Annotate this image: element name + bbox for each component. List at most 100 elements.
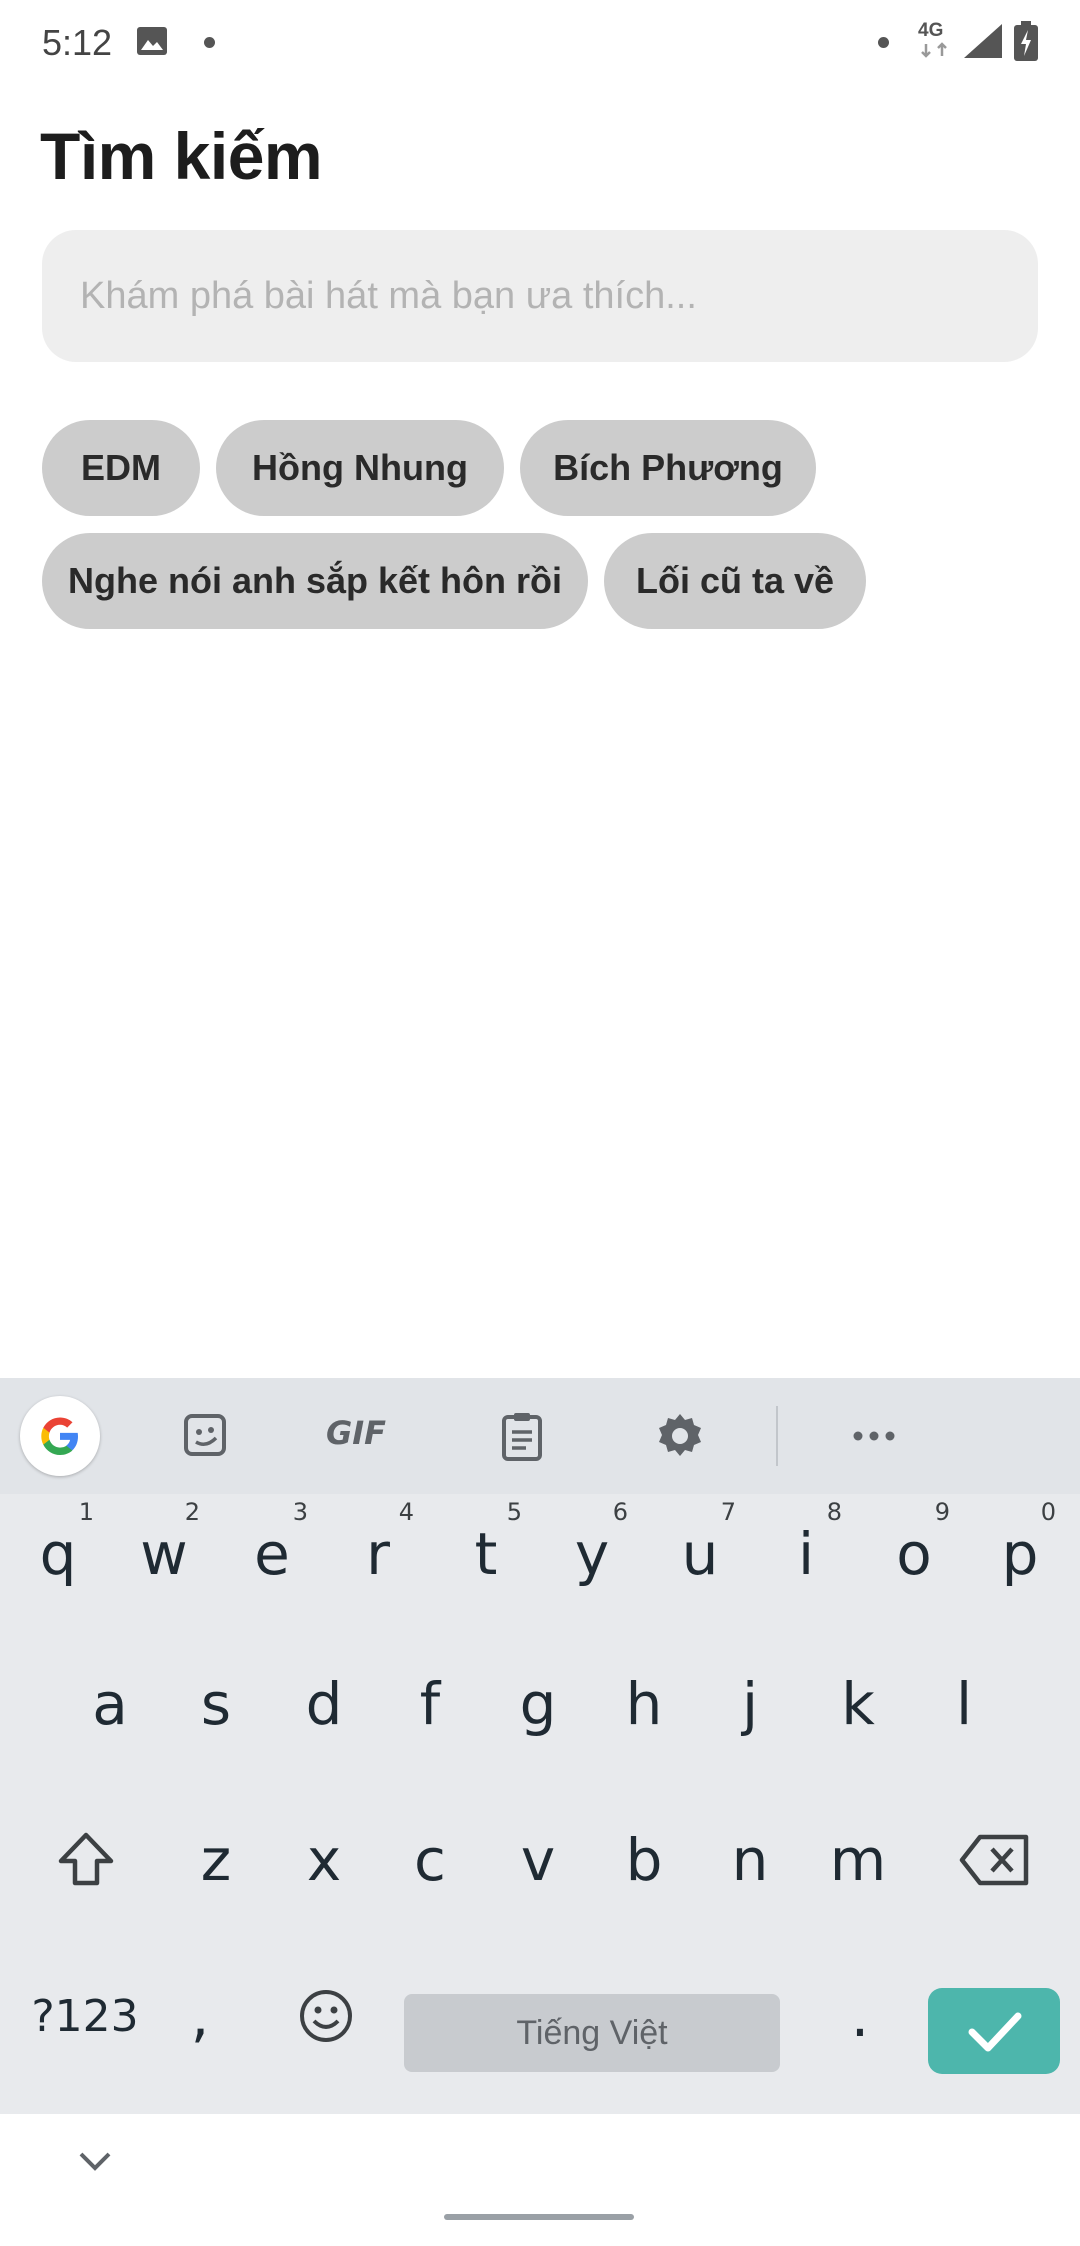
symbols-key[interactable]: ?123 [20,1956,150,2076]
chip-label: Bích Phương [553,447,783,488]
key-label: h [625,1670,663,1738]
settings-icon[interactable] [652,1408,708,1464]
page-title: Tìm kiếm [40,119,323,193]
status-time: 5:12 [42,22,113,63]
key-label: m [829,1826,887,1894]
key-label: r [366,1520,390,1588]
chip-label: Hồng Nhung [252,447,468,488]
key-hint: 4 [398,1498,414,1526]
key-label: p [1001,1520,1039,1588]
key-n[interactable]: n [700,1800,800,1920]
key-d[interactable]: d [274,1644,374,1764]
key-k[interactable]: k [808,1644,908,1764]
key-hint: 1 [78,1498,94,1526]
chip-loi-cu-ta-ve[interactable]: Lối cũ ta về [604,533,866,629]
key-t[interactable]: t5 [436,1494,536,1614]
comma-key[interactable]: , [170,1956,230,2076]
key-hint: 5 [506,1498,522,1526]
key-hint: 2 [184,1498,200,1526]
key-label: u [681,1520,719,1588]
key-label: y [574,1520,610,1588]
key-label: t [474,1520,498,1588]
key-h[interactable]: h [594,1644,694,1764]
key-b[interactable]: b [594,1800,694,1920]
key-hint: 0 [1040,1498,1056,1526]
key-z[interactable]: z [166,1800,266,1920]
key-label: g [519,1670,557,1738]
backspace-icon[interactable] [942,1800,1046,1920]
key-w[interactable]: w2 [114,1494,214,1614]
key-i[interactable]: i8 [756,1494,856,1614]
check-icon [968,2012,1022,2052]
key-label: n [731,1826,769,1894]
key-q[interactable]: q1 [8,1494,108,1614]
key-label: z [200,1826,232,1894]
keyboard-toolbar: GIF [0,1378,1080,1494]
key-label: w [140,1520,188,1588]
home-gesture-bar[interactable] [444,2214,634,2220]
key-label: x [306,1826,342,1894]
key-label: i [797,1520,815,1588]
status-bar: 5:12 4G [0,0,1080,88]
key-v[interactable]: v [488,1800,588,1920]
clipboard-icon[interactable] [494,1408,550,1464]
key-l[interactable]: l [914,1644,1014,1764]
key-x[interactable]: x [274,1800,374,1920]
key-label: c [414,1826,446,1894]
key-label: v [520,1826,556,1894]
search-box[interactable] [42,230,1038,362]
google-icon[interactable] [20,1396,100,1476]
key-hint: 6 [612,1498,628,1526]
toolbar-divider [776,1406,778,1466]
emoji-icon[interactable] [276,1956,376,2076]
period-key[interactable]: . [830,1956,890,2076]
key-s[interactable]: s [166,1644,266,1764]
key-label: o [896,1520,932,1588]
chip-label: Lối cũ ta về [635,560,835,601]
network-4g-icon: 4G [918,20,958,60]
signal-icon [964,24,1002,58]
key-label: s [200,1670,232,1738]
gif-icon[interactable]: GIF [326,1414,406,1458]
key-o[interactable]: o9 [864,1494,964,1614]
chip-label: EDM [81,447,161,488]
key-u[interactable]: u7 [650,1494,750,1614]
key-e[interactable]: e3 [222,1494,322,1614]
image-notification-icon [137,27,167,55]
key-p[interactable]: p0 [970,1494,1070,1614]
key-label: f [419,1670,441,1738]
key-label: q [39,1520,77,1588]
key-a[interactable]: a [60,1644,160,1764]
key-f[interactable]: f [380,1644,480,1764]
soft-keyboard: GIF q1w2e3r4t5y6u7i8o9p0asdfghjklzxcvbnm… [0,1378,1080,2246]
shift-icon[interactable] [36,1800,136,1920]
chip-label: Nghe nói anh sắp kết hôn rồi [67,560,563,601]
enter-key[interactable] [928,1988,1060,2074]
notification-dot-icon [204,37,215,48]
key-label: l [955,1670,973,1738]
sticker-icon[interactable] [178,1408,234,1464]
key-m[interactable]: m [808,1800,908,1920]
chip-bich-phuong[interactable]: Bích Phương [520,420,816,516]
key-label: k [841,1670,875,1738]
battery-charging-icon [1014,21,1038,61]
key-r[interactable]: r4 [328,1494,428,1614]
key-label: j [741,1670,759,1738]
key-g[interactable]: g [488,1644,588,1764]
key-label: e [254,1520,290,1588]
key-y[interactable]: y6 [542,1494,642,1614]
key-label: b [625,1826,663,1894]
chevron-down-icon[interactable] [78,2150,112,2172]
chip-nghe-noi-anh-sap-ket-hon-roi[interactable]: Nghe nói anh sắp kết hôn rồi [42,533,588,629]
chip-hong-nhung[interactable]: Hồng Nhung [216,420,504,516]
key-j[interactable]: j [700,1644,800,1764]
key-c[interactable]: c [380,1800,480,1920]
key-label: d [305,1670,343,1738]
search-input[interactable] [80,230,1000,362]
notification-dot-icon [878,37,889,48]
key-hint: 3 [292,1498,308,1526]
chip-edm[interactable]: EDM [42,420,200,516]
key-label: a [92,1670,128,1738]
space-key[interactable]: Tiếng Việt [404,1994,780,2072]
more-icon[interactable] [846,1408,902,1464]
